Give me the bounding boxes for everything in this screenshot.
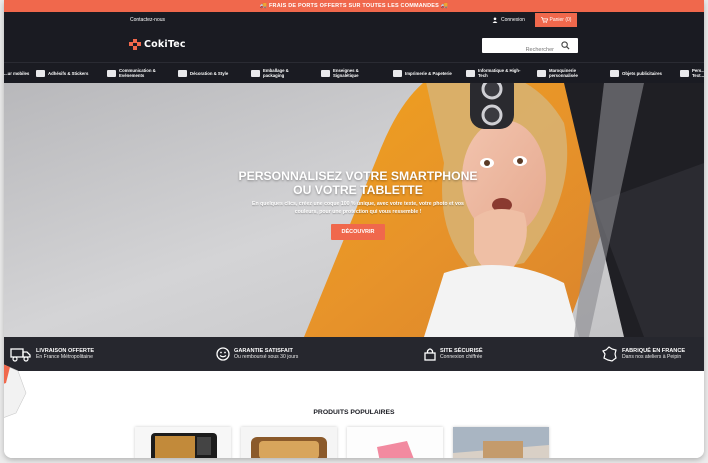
hero-title-line-2: OU VOTRE TABLETTE bbox=[293, 183, 423, 197]
package-icon bbox=[251, 69, 260, 77]
hero-banner: PERSONNALISEZ VOTRE SMARTPHONE OU VOTRE … bbox=[4, 83, 704, 337]
nav-item-decoration[interactable]: Décoration & Style bbox=[178, 63, 228, 83]
product-card[interactable] bbox=[347, 427, 443, 458]
hero-subtitle-line-2: couleurs, pour une protection qui vous r… bbox=[294, 209, 422, 215]
feature-guarantee: GARANTIE SATISFAIT Ou remboursé sous 30 … bbox=[216, 343, 298, 365]
hero-subtitle-line-1: En quelques clics, créez une coque 100 %… bbox=[252, 201, 464, 207]
cart-label: Panier (0) bbox=[549, 17, 572, 23]
hero-content: PERSONNALISEZ VOTRE SMARTPHONE OU VOTRE … bbox=[216, 169, 500, 240]
signage-icon bbox=[321, 69, 330, 77]
cart-button[interactable]: Panier (0) bbox=[535, 13, 577, 27]
feature-made-in-france: FABRIQUÉ EN FRANCE Dans nos ateliers à P… bbox=[602, 343, 685, 365]
nav-label: Emballage & packaging bbox=[263, 68, 289, 78]
search-icon[interactable] bbox=[561, 41, 570, 50]
logo-text: CokiTec bbox=[144, 39, 186, 50]
product-card[interactable] bbox=[453, 427, 549, 458]
feature-subtitle: Dans nos ateliers à Peipin bbox=[622, 354, 682, 360]
wallet-icon bbox=[537, 69, 546, 77]
product-image bbox=[241, 427, 337, 458]
truck-emoji-left: 🚚 bbox=[259, 3, 268, 9]
feature-delivery: LIVRAISON OFFERTE En France Métropolitai… bbox=[10, 343, 94, 365]
login-link[interactable]: Connexion bbox=[492, 12, 525, 28]
feature-subtitle: Ou remboursé sous 30 jours bbox=[234, 354, 299, 360]
nav-label: Objets publicitaires bbox=[622, 70, 662, 76]
feature-subtitle: Connexion chiffrée bbox=[440, 354, 483, 360]
site-header: CokiTec bbox=[4, 28, 704, 62]
hero-title-line-1: PERSONNALISEZ VOTRE SMARTPHONE bbox=[238, 169, 478, 183]
popular-products-section: PRODUITS POPULAIRES bbox=[4, 364, 704, 458]
cart-icon bbox=[540, 17, 548, 23]
feature-secure: SITE SÉCURISÉ Connexion chiffrée bbox=[424, 343, 483, 365]
login-label: Connexion bbox=[501, 17, 525, 23]
discover-button[interactable]: DÉCOUVRIR bbox=[331, 224, 385, 240]
contact-link[interactable]: Contactez-nous bbox=[130, 12, 165, 28]
product-image bbox=[347, 427, 443, 458]
top-bar: Contactez-nous Connexion Panier (0) bbox=[4, 12, 704, 28]
promo-text: FRAIS DE PORTS OFFERTS SUR TOUTES LES CO… bbox=[268, 3, 440, 9]
truck-emoji-right: 🚚 bbox=[440, 3, 449, 9]
nav-item-mobiles[interactable]: ...ur mobiles bbox=[4, 63, 29, 83]
product-card[interactable] bbox=[241, 427, 337, 458]
printer-icon bbox=[393, 69, 402, 77]
nav-item-textile[interactable]: Pers... Text... bbox=[680, 63, 704, 83]
nav-item-adhesifs[interactable]: Adhésifs & Stickers bbox=[36, 63, 88, 83]
nav-label: Enseignes & Signalétique bbox=[333, 68, 359, 78]
nav-label: Maroquinerie personnalisée bbox=[549, 68, 578, 78]
nav-item-communication[interactable]: Communication & Evénements bbox=[107, 63, 167, 83]
hero-subtitle: En quelques clics, créez une coque 100 %… bbox=[216, 200, 500, 216]
megaphone-icon bbox=[107, 69, 116, 77]
logo[interactable]: CokiTec bbox=[129, 39, 186, 50]
product-card[interactable] bbox=[135, 427, 231, 458]
france-map-icon bbox=[602, 346, 617, 362]
promo-banner: 🚚 FRAIS DE PORTS OFFERTS SUR TOUTES LES … bbox=[4, 0, 704, 12]
nav-label: Pers... Text... bbox=[692, 68, 704, 78]
tshirt-icon bbox=[680, 69, 689, 77]
nav-label: Imprimerie & Papeterie bbox=[405, 70, 452, 76]
nav-label: Communication & Evénements bbox=[119, 68, 156, 78]
nav-item-objets[interactable]: Objets publicitaires bbox=[610, 63, 662, 83]
mug-icon bbox=[610, 69, 619, 77]
truck-icon bbox=[10, 348, 31, 362]
nav-label: Adhésifs & Stickers bbox=[48, 70, 89, 76]
nav-item-emballage[interactable]: Emballage & packaging bbox=[251, 63, 297, 83]
logo-mark-icon bbox=[129, 39, 141, 50]
nav-label: ...ur mobiles bbox=[4, 70, 30, 76]
lock-icon bbox=[424, 348, 436, 361]
nav-label: Informatique & High-Tech bbox=[478, 68, 521, 78]
category-nav: ...ur mobiles Adhésifs & Stickers Commun… bbox=[4, 62, 704, 83]
nav-item-imprimerie[interactable]: Imprimerie & Papeterie bbox=[393, 63, 452, 83]
search-box bbox=[482, 38, 578, 58]
product-image bbox=[135, 427, 231, 458]
browser-page: 🚚 FRAIS DE PORTS OFFERTS SUR TOUTES LES … bbox=[4, 0, 704, 458]
features-bar: LIVRAISON OFFERTE En France Métropolitai… bbox=[4, 337, 704, 371]
nav-label: Décoration & Style bbox=[190, 70, 229, 76]
popular-title: PRODUITS POPULAIRES bbox=[313, 409, 395, 416]
hero-title: PERSONNALISEZ VOTRE SMARTPHONE OU VOTRE … bbox=[216, 169, 500, 197]
feature-subtitle: En France Métropolitaine bbox=[36, 354, 93, 360]
sticker-icon bbox=[36, 69, 45, 77]
nav-item-informatique[interactable]: Informatique & High-Tech bbox=[466, 63, 524, 83]
nav-item-enseignes[interactable]: Enseignes & Signalétique bbox=[321, 63, 367, 83]
nav-item-maroquinerie[interactable]: Maroquinerie personnalisée bbox=[537, 63, 593, 83]
smile-icon bbox=[216, 347, 230, 361]
user-icon bbox=[492, 17, 498, 23]
decoration-icon bbox=[178, 69, 187, 77]
product-image bbox=[453, 427, 549, 458]
computer-icon bbox=[466, 69, 475, 77]
search-input[interactable] bbox=[488, 42, 554, 58]
